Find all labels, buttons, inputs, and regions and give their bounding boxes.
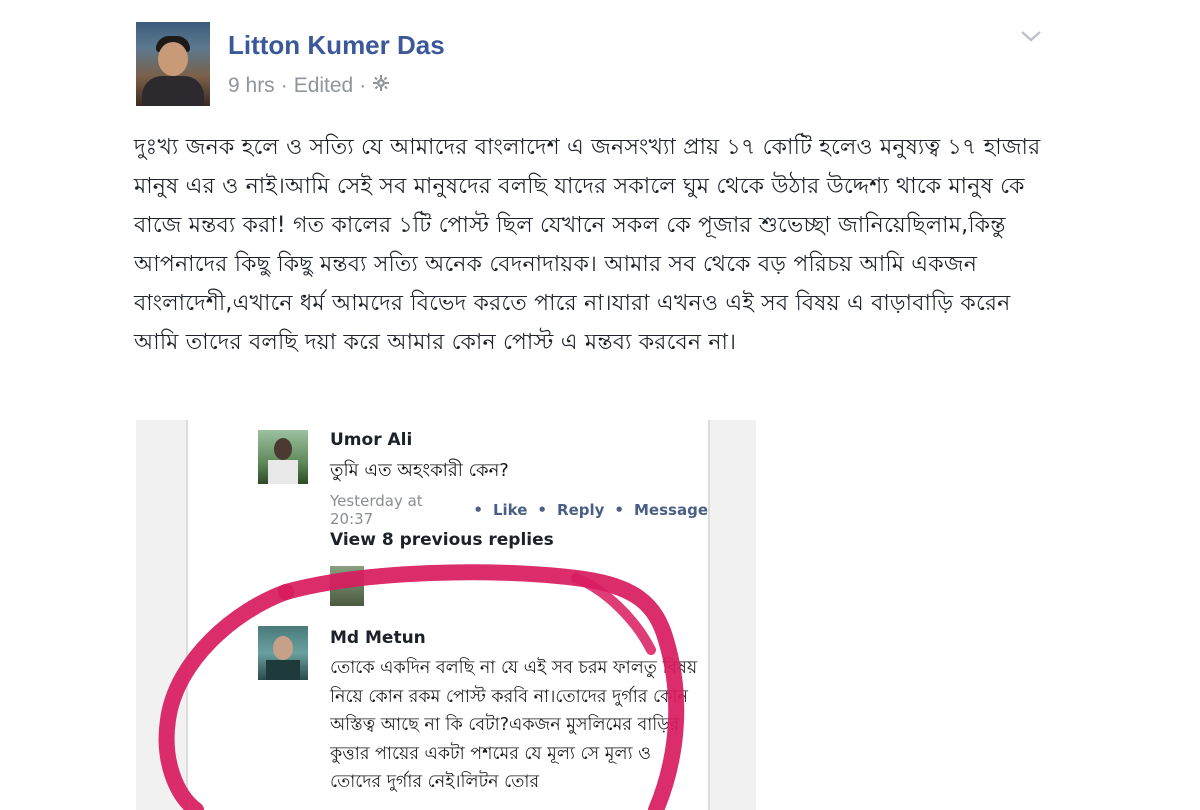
edited-label[interactable]: Edited bbox=[294, 74, 354, 98]
reply-link: Reply bbox=[557, 501, 605, 519]
screenshot-panel: Umor Ali তুমি এত অহংকারী কেন? Yesterday … bbox=[186, 420, 710, 810]
post-body-text: দুঃখ্য জনক হলে ও সত্যি যে আমাদের বাংলাদে… bbox=[134, 135, 1041, 355]
commenter-name-umor: Umor Ali bbox=[330, 430, 413, 450]
post-meta: 9 hrs · Edited · bbox=[228, 74, 390, 98]
view-previous-replies: View 8 previous replies bbox=[330, 530, 554, 550]
embedded-screenshot[interactable]: Umor Ali তুমি এত অহংকারী কেন? Yesterday … bbox=[136, 420, 756, 810]
reply-avatar-thumb bbox=[330, 566, 364, 606]
meta-separator-2: · bbox=[359, 74, 367, 97]
meta-dot: • bbox=[473, 501, 483, 519]
post-timestamp[interactable]: 9 hrs bbox=[228, 74, 275, 98]
meta-dot: • bbox=[537, 501, 548, 519]
message-link: Message bbox=[634, 501, 708, 519]
comment-text-metun: তোকে একদিন বলছি না যে এই সব চরম ফালতু বি… bbox=[330, 658, 698, 792]
avatar-body bbox=[142, 76, 204, 106]
commenter-avatar-umor bbox=[258, 430, 308, 484]
author-name[interactable]: Litton Kumer Das bbox=[228, 30, 445, 61]
comment-meta-umor: Yesterday at 20:37 • Like • Reply • Mess… bbox=[330, 492, 708, 528]
like-link: Like bbox=[492, 501, 528, 519]
avatar-face bbox=[158, 42, 188, 76]
commenter-name-metun: Md Metun bbox=[330, 628, 426, 648]
page-background-right bbox=[1068, 0, 1200, 810]
author-avatar[interactable] bbox=[136, 22, 210, 106]
gear-icon[interactable] bbox=[372, 74, 390, 98]
commenter-avatar-metun bbox=[258, 626, 308, 680]
comment-text-umor: তুমি এত অহংকারী কেন? bbox=[330, 460, 509, 481]
page-background-left bbox=[0, 0, 108, 810]
chevron-down-icon[interactable] bbox=[1020, 26, 1042, 46]
meta-dot: • bbox=[614, 501, 624, 519]
meta-separator: · bbox=[280, 74, 288, 97]
comment-timestamp: Yesterday at 20:37 bbox=[330, 492, 423, 528]
